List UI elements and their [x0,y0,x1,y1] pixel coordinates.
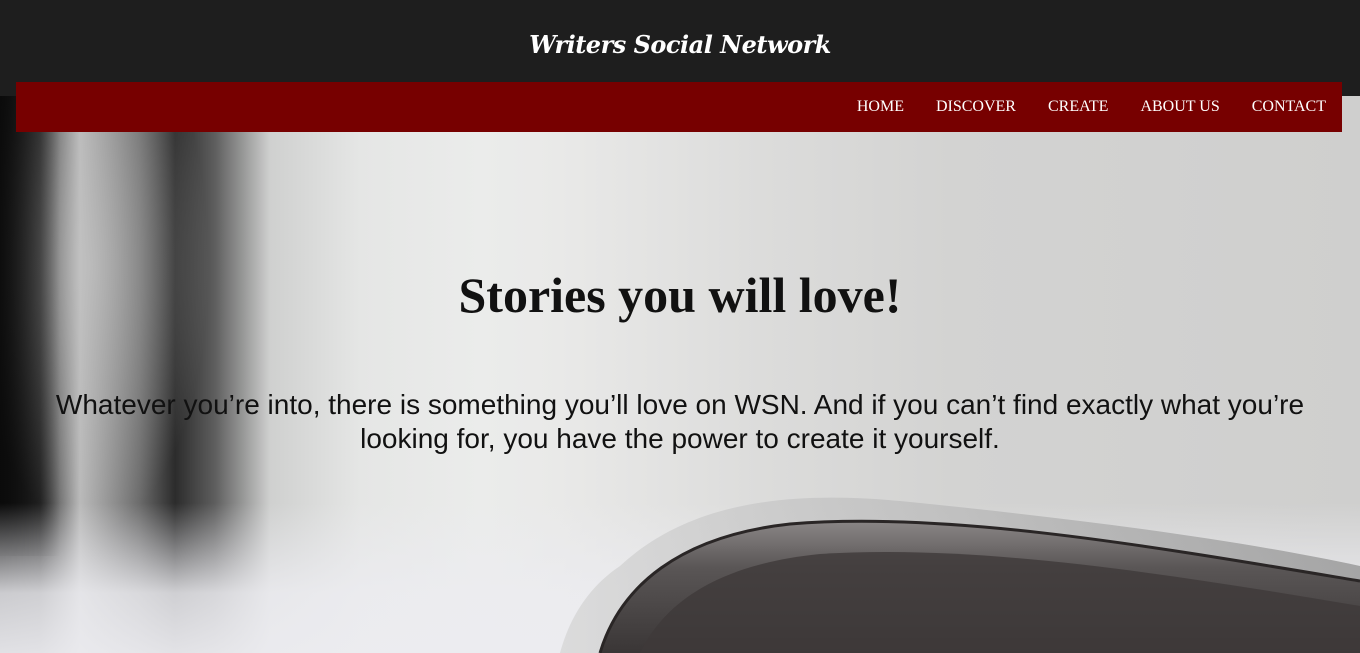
main-navbar: HOME DISCOVER CREATE ABOUT US CONTACT [16,82,1342,132]
nav-link-create[interactable]: CREATE [1048,98,1108,115]
nav-link-contact[interactable]: CONTACT [1252,98,1326,115]
nav-link-home[interactable]: HOME [857,98,904,115]
nav-link-discover[interactable]: DISCOVER [936,98,1016,115]
hero-background-image [0,96,1360,653]
site-logo-title[interactable]: Writers Social Network [0,30,1360,59]
nav-list: HOME DISCOVER CREATE ABOUT US CONTACT [857,82,1326,132]
nav-link-about-us[interactable]: ABOUT US [1140,98,1219,115]
hero-title: Stories you will love! [458,267,902,323]
page: Writers Social Network HOME DISCOVER CRE… [0,0,1360,653]
hero-description: Whatever you’re into, there is something… [55,389,1305,454]
book-image [560,497,1360,653]
